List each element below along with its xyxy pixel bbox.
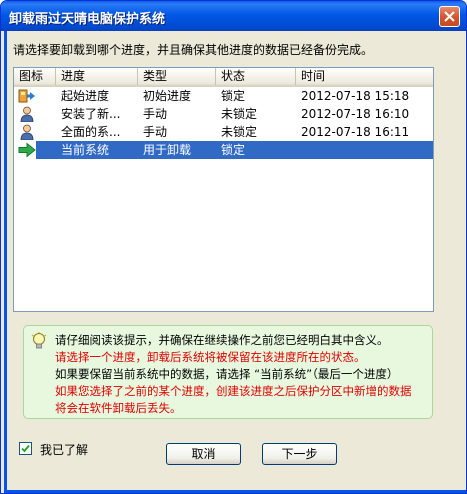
window-title: 卸载雨过天晴电脑保护系统 (9, 12, 166, 27)
list-header: 图标 进度 类型 状态 时间 (14, 68, 433, 87)
row-time: 2012-07-18 16:11 (301, 125, 410, 139)
row-type: 用于卸载 (143, 143, 192, 157)
checkmark-icon (21, 444, 30, 453)
row-status: 锁定 (221, 89, 246, 103)
column-header-icon[interactable]: 图标 (14, 68, 56, 85)
row-progress: 安装了新... (61, 107, 121, 121)
dialog-body: 请选择要卸载到哪个进度，并且确保其他进度的数据已经备份完成。 图标 进度 类型 … (4, 31, 463, 490)
lightbulb-icon (31, 332, 47, 349)
row-status: 锁定 (221, 143, 246, 157)
confirm-label: 我已了解 (40, 443, 89, 457)
list-row[interactable]: 全面的系... 手动 未锁定 2012-07-18 16:11 (14, 123, 433, 141)
row-type: 手动 (143, 107, 168, 121)
confirm-checkbox[interactable] (19, 442, 32, 455)
notice-line-1: 请仔细阅读该提示，并确保在继续操作之前您已经明白其中含义。 (55, 333, 389, 347)
column-header-progress[interactable]: 进度 (56, 68, 138, 85)
row-time: 2012-07-18 16:10 (301, 107, 410, 121)
notice-panel: 请仔细阅读该提示，并确保在继续操作之前您已经明白其中含义。 请选择一个进度，卸载… (23, 325, 433, 419)
list-row-selected[interactable]: 当前系统 用于卸载 锁定 (14, 141, 433, 159)
list-row[interactable]: 安装了新... 手动 未锁定 2012-07-18 16:10 (14, 105, 433, 123)
restore-point-icon (18, 89, 35, 103)
user-icon (20, 106, 34, 122)
column-header-status[interactable]: 状态 (216, 68, 296, 85)
progress-list[interactable]: 图标 进度 类型 状态 时间 起始进度 初始进度 锁定 2012-07-18 1… (13, 67, 434, 312)
close-icon (444, 11, 455, 22)
row-status: 未锁定 (221, 125, 258, 139)
next-button[interactable]: 下一步 (262, 443, 337, 465)
green-arrow-icon (18, 142, 36, 158)
close-button[interactable] (439, 6, 460, 27)
row-time: 2012-07-18 15:18 (301, 89, 410, 103)
row-type: 手动 (143, 125, 168, 139)
column-header-time[interactable]: 时间 (296, 68, 433, 85)
row-progress: 全面的系... (61, 125, 121, 139)
notice-line-3: 如果要保留当前系统中的数据，请选择 “当前系统”（最后一个进度） (55, 367, 399, 381)
instruction-text: 请选择要卸载到哪个进度，并且确保其他进度的数据已经备份完成。 (13, 43, 374, 57)
row-type: 初始进度 (143, 89, 192, 103)
column-header-type[interactable]: 类型 (138, 68, 216, 85)
user-icon (20, 124, 34, 140)
row-status: 未锁定 (221, 107, 258, 121)
row-progress: 当前系统 (61, 143, 110, 157)
row-progress: 起始进度 (61, 89, 110, 103)
uninstall-dialog: 卸载雨过天晴电脑保护系统 请选择要卸载到哪个进度，并且确保其他进度的数据已经备份… (0, 0, 467, 494)
notice-line-5: 将会在软件卸载后丢失。 (55, 401, 182, 415)
cancel-button[interactable]: 取消 (166, 443, 241, 465)
list-row[interactable]: 起始进度 初始进度 锁定 2012-07-18 15:18 (14, 87, 433, 105)
notice-line-2: 请选择一个进度，卸载后系统将被保留在该进度所在的状态。 (55, 350, 366, 364)
title-bar[interactable]: 卸载雨过天晴电脑保护系统 (1, 1, 466, 31)
notice-line-4: 如果您选择了之前的某个进度，创建该进度之后保护分区中新增的数据 (55, 384, 412, 398)
